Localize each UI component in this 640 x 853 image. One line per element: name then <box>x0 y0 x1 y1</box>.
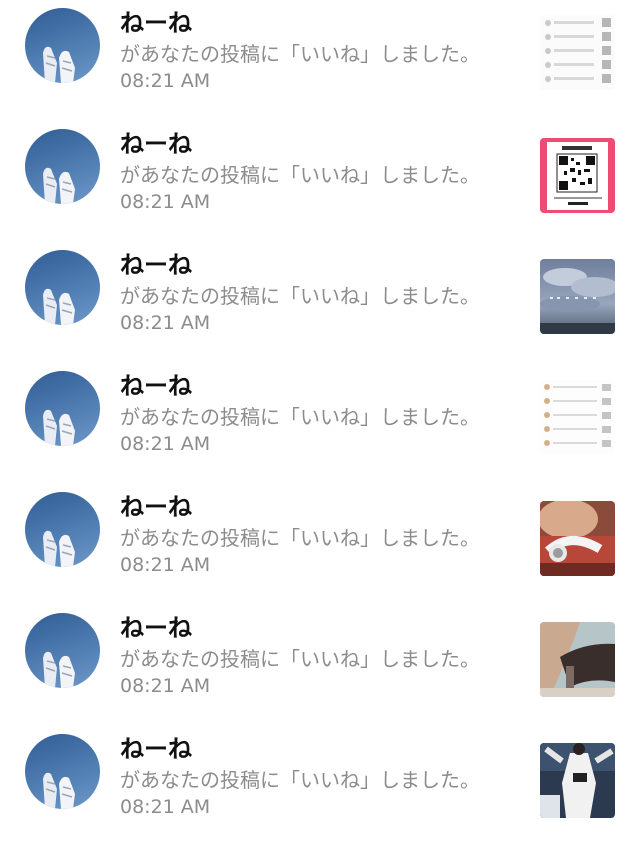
avatar[interactable] <box>25 613 100 688</box>
notification-row[interactable]: ねーね があなたの投稿に「いいね」しました。 08:21 AM <box>0 3 640 124</box>
sneakers-sky-avatar-icon <box>43 288 75 325</box>
timestamp: 08:21 AM <box>120 433 211 455</box>
timestamp: 08:21 AM <box>120 191 211 213</box>
avatar[interactable] <box>25 129 100 204</box>
sneakers-sky-avatar-icon <box>43 772 75 809</box>
list-screenshot-thumbnail-icon <box>540 15 615 90</box>
user-name[interactable]: ねーね <box>120 735 192 763</box>
user-name[interactable]: ねーね <box>120 251 192 279</box>
avatar[interactable] <box>25 8 100 83</box>
hair-photo-thumbnail-icon <box>540 622 615 697</box>
avatar[interactable] <box>25 371 100 446</box>
headphones-photo-thumbnail-icon <box>540 501 615 576</box>
notification-row[interactable]: ねーね があなたの投稿に「いいね」しました。 08:21 AM <box>0 608 640 729</box>
user-name[interactable]: ねーね <box>120 9 192 37</box>
notification-row[interactable]: ねーね があなたの投稿に「いいね」しました。 08:21 AM <box>0 124 640 245</box>
baseball-photo-thumbnail-icon <box>540 743 615 818</box>
sneakers-sky-avatar-icon <box>43 46 75 83</box>
timestamp: 08:21 AM <box>120 312 211 334</box>
notification-message: があなたの投稿に「いいね」しました。 <box>120 768 480 792</box>
user-name[interactable]: ねーね <box>120 130 192 158</box>
notification-row[interactable]: ねーね があなたの投稿に「いいね」しました。 08:21 AM <box>0 366 640 487</box>
user-name[interactable]: ねーね <box>120 493 192 521</box>
sneakers-sky-avatar-icon <box>43 409 75 446</box>
qr-code-thumbnail-icon <box>540 138 615 213</box>
chat-list-thumbnail-icon <box>540 380 615 455</box>
notification-message: があなたの投稿に「いいね」しました。 <box>120 163 480 187</box>
user-name[interactable]: ねーね <box>120 614 192 642</box>
timestamp: 08:21 AM <box>120 70 211 92</box>
notification-message: があなたの投稿に「いいね」しました。 <box>120 284 480 308</box>
notification-row[interactable]: ねーね があなたの投稿に「いいね」しました。 08:21 AM <box>0 487 640 608</box>
notification-message: があなたの投稿に「いいね」しました。 <box>120 42 480 66</box>
notification-message: があなたの投稿に「いいね」しました。 <box>120 405 480 429</box>
post-thumbnail[interactable] <box>540 743 615 818</box>
timestamp: 08:21 AM <box>120 796 211 818</box>
post-thumbnail[interactable] <box>540 501 615 576</box>
notification-message: があなたの投稿に「いいね」しました。 <box>120 526 480 550</box>
sneakers-sky-avatar-icon <box>43 530 75 567</box>
cloudy-sky-thumbnail-icon <box>540 259 615 334</box>
notification-row[interactable]: ねーね があなたの投稿に「いいね」しました。 08:21 AM <box>0 729 640 850</box>
timestamp: 08:21 AM <box>120 554 211 576</box>
post-thumbnail[interactable] <box>540 15 615 90</box>
sneakers-sky-avatar-icon <box>43 167 75 204</box>
timestamp: 08:21 AM <box>120 675 211 697</box>
post-thumbnail[interactable] <box>540 380 615 455</box>
sneakers-sky-avatar-icon <box>43 651 75 688</box>
post-thumbnail[interactable] <box>540 259 615 334</box>
avatar[interactable] <box>25 250 100 325</box>
avatar[interactable] <box>25 492 100 567</box>
notification-message: があなたの投稿に「いいね」しました。 <box>120 647 480 671</box>
post-thumbnail[interactable] <box>540 138 615 213</box>
notification-list: ねーね があなたの投稿に「いいね」しました。 08:21 AM ねーね があなた… <box>0 0 640 853</box>
notification-row[interactable]: ねーね があなたの投稿に「いいね」しました。 08:21 AM <box>0 245 640 366</box>
avatar[interactable] <box>25 734 100 809</box>
user-name[interactable]: ねーね <box>120 372 192 400</box>
post-thumbnail[interactable] <box>540 622 615 697</box>
